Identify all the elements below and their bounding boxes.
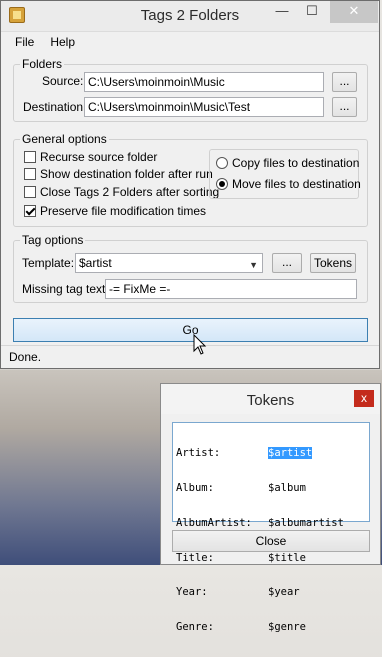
chevron-down-icon[interactable]: ▼ [249,258,258,272]
destination-label: Destination: [23,100,87,114]
destination-input[interactable]: C:\Users\moinmoin\Music\Test [84,97,324,117]
general-options-title: General options [20,132,109,146]
token-row: AlbumArtist: $albumartist [176,516,344,529]
preserve-times-checkbox[interactable]: Preserve file modification times [24,204,206,218]
tag-options-group: Tag options Template: $artist ▼ ... Toke… [13,233,368,303]
menu-bar: File Help [1,32,379,52]
close-after-sorting-checkbox-box[interactable] [24,186,36,198]
recurse-checkbox-label: Recurse source folder [40,150,158,164]
token-value[interactable]: $album [268,482,306,494]
token-row: Genre: $genre [176,621,306,634]
source-browse-button[interactable]: ... [332,72,357,92]
tag-options-title: Tag options [20,233,86,247]
preserve-times-checkbox-box[interactable] [24,205,36,217]
token-row: Year: $year [176,586,300,599]
show-destination-checkbox[interactable]: Show destination folder after run [24,167,213,181]
recurse-checkbox[interactable]: Recurse source folder [24,150,157,164]
operation-radio-group: Copy files to destination Move files to … [209,149,361,199]
move-radio[interactable]: Move files to destination [216,177,361,191]
copy-radio-dot[interactable] [216,157,228,169]
general-options-group: General options Recurse source folder Sh… [13,132,368,227]
token-value[interactable]: $title [268,552,306,564]
copy-radio[interactable]: Copy files to destination [216,156,359,170]
token-value[interactable]: $genre [268,621,306,633]
preserve-times-checkbox-label: Preserve file modification times [40,204,207,218]
token-value[interactable]: $year [268,586,300,599]
tokens-title: Tokens [246,392,295,409]
token-value[interactable]: $albumartist [268,517,344,529]
token-row: Artist: $artist [176,447,313,460]
maximize-button[interactable]: ☐ [297,1,327,23]
show-destination-checkbox-label: Show destination folder after run [40,167,213,181]
menu-help[interactable]: Help [42,35,83,49]
tokens-title-bar[interactable]: Tokens x [161,384,380,414]
main-window: Tags 2 Folders — ☐ ✕ File Help Folders S… [0,0,380,369]
template-combobox[interactable]: $artist ▼ [75,253,263,273]
menu-file[interactable]: File [7,35,42,49]
close-after-sorting-checkbox-label: Close Tags 2 Folders after sorting [40,185,220,199]
token-row: Title: $title [176,551,306,564]
go-button[interactable]: Go [13,318,368,342]
copy-radio-label: Copy files to destination [232,156,360,170]
folders-group-title: Folders [20,57,65,71]
close-after-sorting-checkbox[interactable]: Close Tags 2 Folders after sorting [24,185,219,199]
tokens-window: Tokens x Artist: $artist Album: $album Alb… [160,383,381,633]
show-destination-checkbox-box[interactable] [24,168,36,180]
template-value: $artist [79,256,112,270]
token-value-selected[interactable]: $artist [268,447,313,460]
status-bar: Done. [1,345,379,368]
source-label: Source: [42,74,84,88]
move-radio-dot[interactable] [216,178,228,190]
source-input[interactable]: C:\Users\moinmoin\Music [84,72,324,92]
tokens-button[interactable]: Tokens [310,253,356,273]
folders-group: Folders Source: C:\Users\moinmoin\Music … [13,57,368,122]
template-browse-button[interactable]: ... [272,253,302,273]
missing-tag-input[interactable]: -= FixMe =- [105,279,357,299]
template-label: Template: [22,256,75,270]
tokens-close-button[interactable]: Close [172,530,370,552]
close-button[interactable]: ✕ [330,1,378,23]
minimize-button[interactable]: — [267,1,297,23]
token-row: Album: $album [176,481,306,494]
tokens-list[interactable]: Artist: $artist Album: $album AlbumArtist:… [172,422,370,633]
tokens-close-icon[interactable]: x [354,390,374,407]
destination-browse-button[interactable]: ... [332,97,357,117]
move-radio-label: Move files to destination [232,177,361,191]
recurse-checkbox-box[interactable] [24,151,36,163]
missing-tag-label: Missing tag text: [22,282,109,296]
title-bar[interactable]: Tags 2 Folders — ☐ ✕ [1,1,379,32]
